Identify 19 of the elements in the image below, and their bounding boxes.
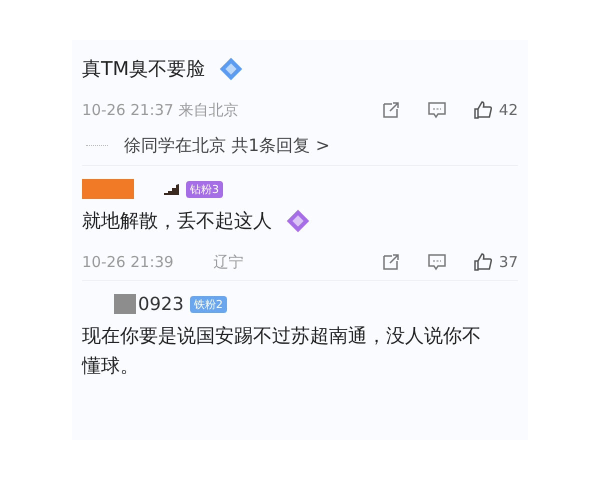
dotted-line bbox=[86, 145, 108, 146]
fan-badge: 钻粉3 bbox=[186, 180, 223, 198]
comment-icon[interactable] bbox=[426, 252, 447, 272]
comment-location: 辽宁 bbox=[214, 252, 244, 272]
like-icon[interactable] bbox=[472, 252, 493, 272]
comment-text: 现在你要是说国安踢不过苏超南通，没人说你不懂球。 bbox=[82, 324, 482, 379]
comment-text: 真TM臭不要脸 bbox=[82, 57, 205, 82]
comment-time: 10-26 21:39 bbox=[82, 253, 174, 271]
like-count: 42 bbox=[498, 101, 518, 119]
reply-link[interactable]: 徐同学在北京 共1条回复 > bbox=[124, 134, 330, 157]
fan-badge: 铁粉2 bbox=[190, 296, 227, 312]
comment-icon[interactable] bbox=[426, 100, 447, 120]
like-count: 37 bbox=[498, 253, 518, 271]
share-icon[interactable] bbox=[380, 252, 401, 272]
user-name: 0923 bbox=[138, 294, 184, 314]
like-icon[interactable] bbox=[472, 100, 493, 120]
share-icon[interactable] bbox=[380, 100, 401, 120]
comment-text: 就地解散，丢不起这人 bbox=[82, 209, 272, 234]
comment-time: 10-26 21:37 来自北京 bbox=[82, 100, 238, 120]
